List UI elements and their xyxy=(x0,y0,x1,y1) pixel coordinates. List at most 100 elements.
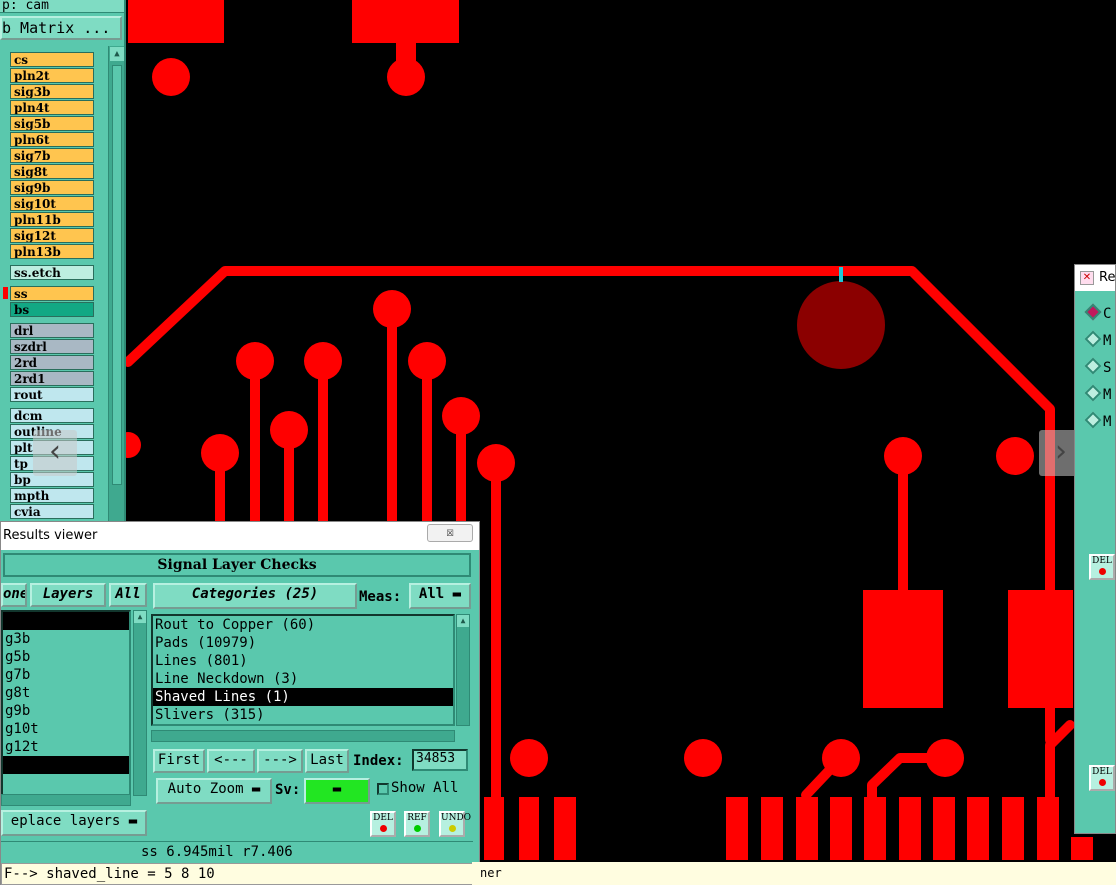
refresh-icon[interactable]: REF xyxy=(404,811,430,837)
index-input[interactable]: 34853 xyxy=(412,749,468,771)
radio-option[interactable]: M xyxy=(1084,411,1115,431)
close-icon[interactable]: ✕ xyxy=(1080,271,1094,285)
layer-item[interactable]: cs xyxy=(10,52,94,67)
bottom-status-strip: ner xyxy=(472,862,1116,885)
layer-item[interactable]: bs xyxy=(10,302,94,317)
layer-item[interactable]: szdrl xyxy=(10,339,94,354)
category-row[interactable]: Pads (10979) xyxy=(153,634,453,652)
layer-result-row[interactable]: g5b xyxy=(3,648,129,666)
layer-result-row[interactable]: g3b xyxy=(3,630,129,648)
radio-label: M xyxy=(1103,387,1112,403)
first-button[interactable]: First xyxy=(153,749,205,773)
close-icon[interactable]: ☒ xyxy=(427,524,473,542)
layer-item[interactable]: ss.etch xyxy=(10,265,94,280)
layer-item[interactable]: sig3b xyxy=(10,84,94,99)
delete-icon[interactable]: DEL xyxy=(1089,554,1115,580)
layer-item[interactable]: sig5b xyxy=(10,116,94,131)
layer-item[interactable]: pln2t xyxy=(10,68,94,83)
radio-label: S xyxy=(1103,360,1112,376)
layers-button[interactable]: Layers xyxy=(30,583,106,607)
layer-item[interactable]: sig7b xyxy=(10,148,94,163)
categories-scrollbar[interactable]: ▲ xyxy=(456,614,470,726)
layer-item[interactable]: dcm xyxy=(10,408,94,423)
categories-hscroll[interactable] xyxy=(151,730,455,742)
categories-button[interactable]: Categories (25) xyxy=(153,583,357,609)
layer-result-row[interactable]: g8t xyxy=(3,684,129,702)
replace-layers-select[interactable]: eplace layers ▬ xyxy=(1,810,147,836)
next-button[interactable]: ---> xyxy=(257,749,303,773)
scroll-up-icon[interactable]: ▲ xyxy=(110,47,124,61)
delete-icon[interactable]: DEL xyxy=(370,811,396,837)
layer-scrollbar[interactable]: ▲ xyxy=(108,46,124,524)
category-row[interactable]: Rout to Copper (60) xyxy=(153,616,453,634)
prev-button[interactable]: <--- xyxy=(207,749,255,773)
command-line[interactable]: F--> shaved_line = 5 8 10 xyxy=(1,863,473,885)
last-button[interactable]: Last xyxy=(305,749,349,773)
layer-item[interactable]: 2rd1 xyxy=(10,371,94,386)
layer-item[interactable]: pln13b xyxy=(10,244,94,259)
category-row[interactable]: Lines (801) xyxy=(153,652,453,670)
layer-result-row[interactable]: g10t xyxy=(3,720,129,738)
layer-results-list[interactable]: g3b g5b g7b g8t g9b g10t g12t xyxy=(1,610,131,796)
layer-item[interactable]: mpth xyxy=(10,488,94,503)
scroll-thumb[interactable] xyxy=(112,65,122,485)
highlighted-pad[interactable] xyxy=(797,281,885,369)
layer-list-scrollbar[interactable]: ▲ xyxy=(133,610,147,796)
sv-label: Sv: xyxy=(275,782,301,798)
layer-item[interactable]: pln4t xyxy=(10,100,94,115)
shaved-line-marker[interactable] xyxy=(839,267,843,282)
layer-item[interactable]: sig9b xyxy=(10,180,94,195)
delete-icon[interactable]: DEL xyxy=(1089,765,1115,791)
radio-option[interactable]: C xyxy=(1084,303,1115,323)
scroll-up-icon[interactable]: ▲ xyxy=(134,611,146,623)
meas-select[interactable]: All ▬ xyxy=(409,583,471,609)
layer-result-row[interactable] xyxy=(3,612,129,630)
radio-diamond-icon[interactable] xyxy=(1084,330,1102,348)
category-row[interactable]: Shaved Lines (1) xyxy=(153,688,453,706)
undo-arrow-icon xyxy=(448,825,456,832)
layer-item[interactable]: drl xyxy=(10,323,94,338)
checks-header: Signal Layer Checks xyxy=(3,553,471,577)
layer-list-hscroll[interactable] xyxy=(1,794,131,806)
layer-item[interactable]: rout xyxy=(10,387,94,402)
layer-result-row[interactable]: g7b xyxy=(3,666,129,684)
undo-icon[interactable]: UNDO xyxy=(439,811,471,837)
layer-item[interactable]: sig10t xyxy=(10,196,94,211)
radio-diamond-icon[interactable] xyxy=(1084,384,1102,402)
right-dialog-title: ✕ Re xyxy=(1075,265,1115,291)
all-layers-button[interactable]: All xyxy=(109,583,147,607)
categories-list[interactable]: Rout to Copper (60) Pads (10979) Lines (80… xyxy=(151,614,455,726)
auto-zoom-select[interactable]: Auto Zoom ▬ xyxy=(156,778,272,804)
sv-color-select[interactable]: ▬ xyxy=(304,778,370,804)
radio-diamond-icon[interactable] xyxy=(1084,303,1102,321)
layer-item[interactable]: sig12t xyxy=(10,228,94,243)
radio-option[interactable]: M xyxy=(1084,384,1115,404)
layer-item[interactable]: cvia xyxy=(10,504,94,519)
radio-diamond-icon[interactable] xyxy=(1084,357,1102,375)
index-label: Index: xyxy=(353,753,404,769)
scroll-up-icon[interactable]: ▲ xyxy=(457,615,469,627)
layer-item[interactable]: pln11b xyxy=(10,212,94,227)
category-row[interactable]: Slivers (315) xyxy=(153,706,453,724)
none-button[interactable]: one xyxy=(1,583,27,607)
layer-result-row[interactable]: g9b xyxy=(3,702,129,720)
radio-label: C xyxy=(1103,306,1112,322)
meas-value: All xyxy=(418,586,445,602)
layer-item[interactable]: sig8t xyxy=(10,164,94,179)
radio-option[interactable]: S xyxy=(1084,357,1115,377)
show-all-label: Show All xyxy=(391,780,459,796)
right-dialog: ✕ Re CMSMM DEL DEL xyxy=(1074,264,1116,834)
radio-diamond-icon[interactable] xyxy=(1084,411,1102,429)
matrix-button[interactable]: b Matrix ... xyxy=(0,16,122,40)
active-layer-marker xyxy=(3,287,8,299)
prev-arrow-icon[interactable]: ‹ xyxy=(33,430,77,476)
layer-item[interactable]: 2rd xyxy=(10,355,94,370)
category-row[interactable]: Line Neckdown (3) xyxy=(153,670,453,688)
layer-result-row[interactable]: g12t xyxy=(3,738,129,756)
show-all-checkbox[interactable] xyxy=(377,783,389,795)
layer-result-row[interactable] xyxy=(3,756,129,774)
layer-item[interactable]: pln6t xyxy=(10,132,94,147)
radio-label: M xyxy=(1103,333,1112,349)
layer-item[interactable]: ss xyxy=(10,286,94,301)
radio-option[interactable]: M xyxy=(1084,330,1115,350)
